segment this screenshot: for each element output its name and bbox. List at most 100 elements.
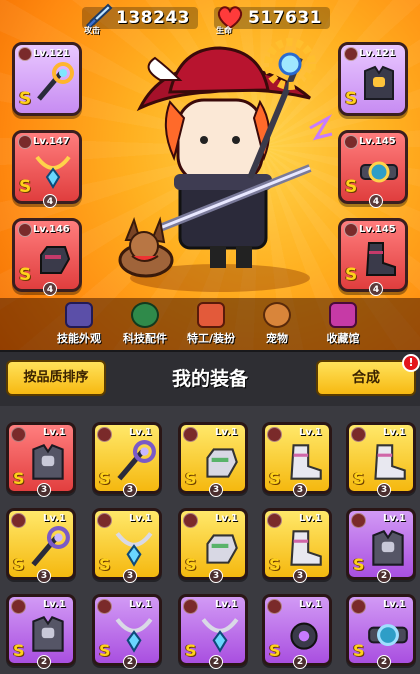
category-icon <box>97 513 112 528</box>
menu-tech-parts[interactable]: 科技配件 <box>110 302 180 348</box>
belt-icon <box>368 624 408 647</box>
category-icon <box>267 599 282 614</box>
equipment-card[interactable]: Lv.1 S 2 <box>346 508 416 583</box>
star-count: 2 <box>293 655 307 669</box>
necklace-icon <box>115 618 153 653</box>
grade-label: S <box>345 265 358 285</box>
hero-character <box>100 28 340 298</box>
card-level: Lv.1 <box>383 427 406 438</box>
grade-label: S <box>13 469 25 488</box>
staff-icon <box>31 526 70 567</box>
equipment-card[interactable]: Lv.1 S 3 <box>178 422 248 497</box>
category-icon <box>351 513 366 528</box>
menu-agent-outfit[interactable]: 特工/装扮 <box>176 302 246 348</box>
gear-icon <box>131 302 159 328</box>
skull-icon <box>65 302 93 328</box>
grade-label: S <box>185 641 197 660</box>
equipment-card[interactable]: Lv.1 S 2 <box>346 594 416 669</box>
star-count: 2 <box>377 655 391 669</box>
menu-label: 科技配件 <box>123 332 167 345</box>
menu-label: 技能外观 <box>57 332 101 345</box>
card-level: Lv.1 <box>383 599 406 610</box>
grade-label: S <box>99 469 111 488</box>
grade-label: S <box>13 641 25 660</box>
menu-pets[interactable]: 宠物 <box>242 302 312 348</box>
armor-icon <box>32 615 64 652</box>
equipment-card[interactable]: Lv.1 S 3 <box>178 508 248 583</box>
equip-level: Lv.146 <box>33 224 70 235</box>
category-icon <box>351 427 366 442</box>
star-count: 3 <box>293 569 307 583</box>
equipment-card[interactable]: Lv.1 S 2 <box>262 594 332 669</box>
equipment-card[interactable]: Lv.1 S 2 <box>178 594 248 669</box>
equipment-card[interactable]: Lv.1 S 3 <box>262 508 332 583</box>
equipment-card[interactable]: Lv.1 S 3 <box>6 508 76 583</box>
grade-label: S <box>99 641 111 660</box>
equip-level: Lv.145 <box>359 136 396 147</box>
star-count: 4 <box>43 282 57 296</box>
grade-label: S <box>19 177 32 197</box>
equipment-card[interactable]: Lv.1 S 3 <box>92 508 162 583</box>
section-title: 我的装备 <box>171 368 248 390</box>
boots-icon <box>374 444 406 480</box>
armor-icon <box>32 443 64 480</box>
star-count: 3 <box>37 483 51 497</box>
menu-collection[interactable]: 收藏馆 <box>308 302 378 348</box>
equipment-card[interactable]: Lv.1 S 3 <box>346 422 416 497</box>
gauntlet-icon <box>206 534 238 564</box>
star-count: 2 <box>377 569 391 583</box>
equipment-card[interactable]: Lv.1 S 3 <box>92 422 162 497</box>
equipped-slot-necklace[interactable]: Lv.147 S 4 <box>12 130 82 208</box>
card-level: Lv.1 <box>215 599 238 610</box>
card-level: Lv.1 <box>129 513 152 524</box>
gauntlet-icon <box>206 448 238 478</box>
gauntlet-icon <box>40 246 71 274</box>
armor-category-icon <box>344 47 358 61</box>
equipped-slot-boots[interactable]: Lv.145 S 4 <box>338 218 408 296</box>
equipped-slot-armor[interactable]: Lv.121 S <box>338 42 408 116</box>
category-icon <box>11 513 26 528</box>
equipped-slot-weapon[interactable]: Lv.121 S <box>12 42 82 116</box>
belt-category-icon <box>344 135 358 149</box>
card-level: Lv.1 <box>299 427 322 438</box>
equipped-slot-gloves[interactable]: Lv.146 S 4 <box>12 218 82 296</box>
synthesize-button[interactable]: 合成 <box>316 360 416 396</box>
equipped-slot-belt[interactable]: Lv.145 S 4 <box>338 130 408 208</box>
equipment-screen: 攻击 138243 生命 517631 Lv.121 S Lv.121 S Lv… <box>0 0 420 674</box>
card-level: Lv.1 <box>383 513 406 524</box>
boots-icon <box>365 242 396 276</box>
grade-label: S <box>19 89 32 109</box>
grade-label: S <box>185 469 197 488</box>
belt-icon <box>360 161 398 183</box>
star-count: 3 <box>37 569 51 583</box>
menu-skill-skins[interactable]: 技能外观 <box>44 302 114 348</box>
category-icon <box>351 599 366 614</box>
grade-label: S <box>353 469 365 488</box>
pet-icon <box>263 302 291 328</box>
category-icon <box>97 599 112 614</box>
necklace-icon <box>201 618 239 653</box>
category-icon <box>267 427 282 442</box>
grade-label: S <box>345 177 358 197</box>
equipment-card[interactable]: Lv.1 S 3 <box>6 422 76 497</box>
grade-label: S <box>269 469 281 488</box>
staff-icon <box>117 440 156 481</box>
sort-by-quality-button[interactable]: 按品质排序 <box>6 360 106 396</box>
necklace-icon <box>115 532 153 567</box>
star-count: 3 <box>209 569 223 583</box>
star-count: 3 <box>123 483 137 497</box>
card-level: Lv.1 <box>215 427 238 438</box>
grade-label: S <box>13 555 25 574</box>
equipment-card[interactable]: Lv.1 S 2 <box>92 594 162 669</box>
star-count: 2 <box>209 655 223 669</box>
weapon-category-icon <box>18 47 32 61</box>
category-icon <box>183 599 198 614</box>
agent-icon <box>197 302 225 328</box>
grade-label: S <box>269 555 281 574</box>
equipment-card[interactable]: Lv.1 S 2 <box>6 594 76 669</box>
card-level: Lv.1 <box>43 427 66 438</box>
equipment-card[interactable]: Lv.1 S 3 <box>262 422 332 497</box>
star-count: 4 <box>43 194 57 208</box>
equip-level: Lv.121 <box>33 48 70 59</box>
card-level: Lv.1 <box>129 599 152 610</box>
